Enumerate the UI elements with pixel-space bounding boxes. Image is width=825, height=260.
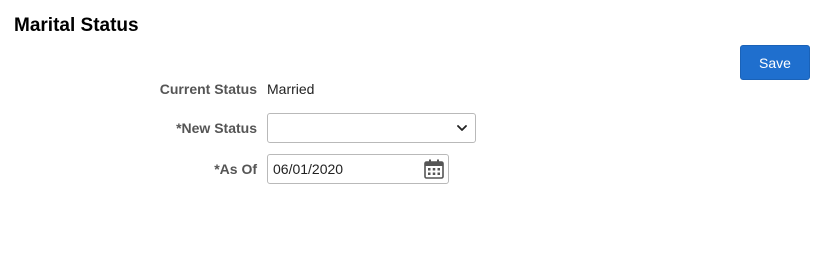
new-status-row: *New Status [0,113,476,143]
page-title: Marital Status [14,15,139,36]
current-status-value: Married [267,81,315,97]
current-status-label: Current Status [159,81,257,97]
current-status-row: Current Status Married [0,79,315,99]
marital-status-page: Marital Status Save Current Status Marri… [0,0,825,260]
as-of-row: *As Of [0,154,449,184]
new-status-dropdown[interactable] [267,113,476,143]
save-button[interactable]: Save [740,45,810,80]
as-of-date-input[interactable] [268,155,418,183]
new-status-select[interactable] [268,114,475,142]
new-status-label: *New Status [176,120,257,136]
as-of-label: *As Of [214,161,257,177]
calendar-icon[interactable] [423,158,445,180]
as-of-date-field[interactable] [267,154,449,184]
